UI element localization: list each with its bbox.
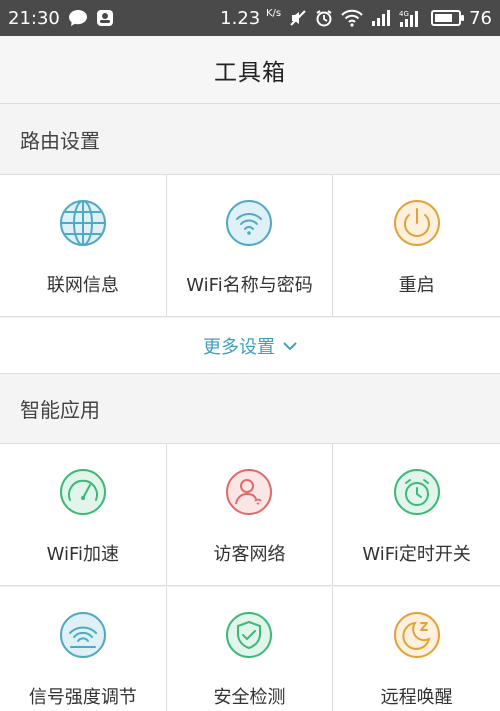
page-title: 工具箱 — [214, 59, 286, 86]
alarm-clock-icon — [393, 469, 440, 515]
smart-apps-grid-row-2: 信号强度调节 安全检测 远程唤醒 — [0, 587, 500, 711]
tool-label: 信号强度调节 — [28, 687, 137, 708]
mute-icon — [289, 9, 307, 27]
alarm-icon — [315, 9, 333, 27]
tool-network-info[interactable]: 联网信息 — [0, 175, 167, 316]
moon-zz-icon — [393, 612, 440, 658]
more-settings-label: 更多设置 — [203, 336, 275, 358]
net-speed-unit: K/s — [265, 7, 282, 19]
battery-icon — [431, 10, 465, 26]
guest-user-icon — [226, 469, 273, 515]
tool-guest-network[interactable]: 访客网络 — [167, 444, 334, 585]
tool-label: 远程唤醒 — [380, 687, 453, 708]
tool-wifi-boost[interactable]: WiFi加速 — [0, 444, 167, 585]
smart-apps-grid-row-1: WiFi加速 访客网络 WiFi定时开关 — [0, 444, 500, 586]
tool-label: 重启 — [398, 275, 435, 296]
clock-time: 21:30 — [8, 7, 60, 29]
speedometer-icon — [59, 469, 106, 515]
tool-label: WiFi定时开关 — [362, 544, 471, 565]
tool-label: 联网信息 — [46, 275, 119, 296]
section-smart-apps: 智能应用 — [0, 374, 500, 444]
more-settings-button[interactable]: 更多设置 — [0, 318, 500, 374]
svg-text:4G: 4G — [399, 10, 409, 18]
tool-reboot[interactable]: 重启 — [333, 175, 500, 316]
tool-label: WiFi加速 — [46, 544, 120, 565]
tool-wifi-timer[interactable]: WiFi定时开关 — [333, 444, 500, 585]
tool-wifi-name-password[interactable]: WiFi名称与密码 — [167, 175, 334, 316]
globe-icon — [59, 200, 106, 246]
wifi-icon — [226, 200, 273, 246]
status-bar: 21:30 1.23 K/s 4G 76 — [0, 0, 500, 36]
signal-4g-icon: 4G — [399, 9, 423, 27]
tool-label: 访客网络 — [213, 544, 286, 565]
tool-security-check[interactable]: 安全检测 — [167, 587, 334, 711]
power-icon — [393, 200, 440, 246]
tool-label: WiFi名称与密码 — [186, 275, 313, 296]
chat-bubble-icon — [68, 9, 88, 27]
signal-bars-icon — [371, 10, 391, 26]
tool-signal-strength[interactable]: 信号强度调节 — [0, 587, 167, 711]
wifi-status-icon — [341, 9, 363, 27]
router-settings-grid: 联网信息 WiFi名称与密码 重启 — [0, 175, 500, 317]
net-speed: 1.23 K/s — [220, 7, 282, 29]
title-bar: 工具箱 — [0, 36, 500, 104]
battery-percent: 76 — [469, 7, 492, 29]
tool-remote-wake[interactable]: 远程唤醒 — [333, 587, 500, 711]
app-notification-icon — [96, 9, 114, 27]
chevron-down-icon — [283, 341, 297, 351]
signal-strength-icon — [59, 612, 106, 658]
shield-check-icon — [226, 612, 273, 658]
tool-label: 安全检测 — [213, 687, 286, 708]
section-router-settings: 路由设置 — [0, 105, 500, 175]
